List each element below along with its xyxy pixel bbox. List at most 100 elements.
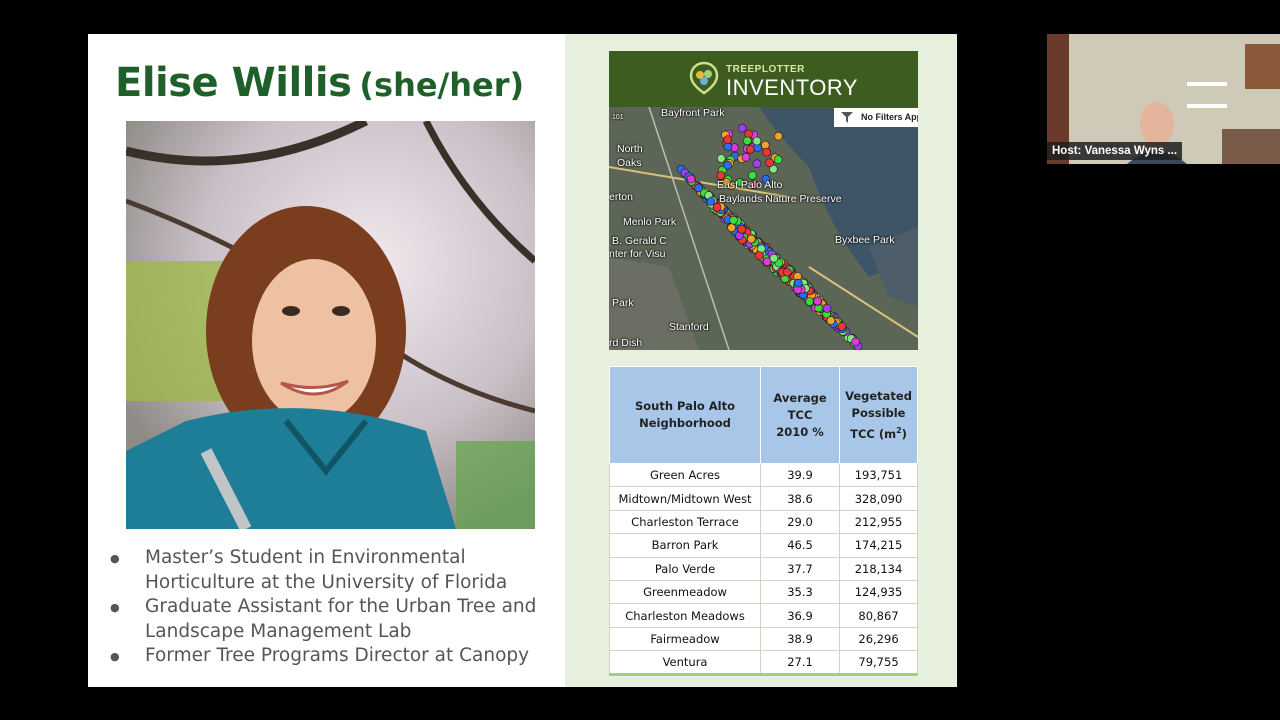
tree-marker[interactable]	[729, 215, 738, 225]
cell-tcc: 37.7	[760, 556, 841, 581]
tree-marker[interactable]	[716, 154, 726, 163]
table-row: Palo Verde 37.7 218,134	[608, 556, 918, 581]
table-row: Fairmeadow 38.9 26,296	[608, 626, 918, 652]
table-row: Charleston Terrace 29.0 212,955	[608, 509, 918, 535]
map-label: North	[617, 143, 643, 155]
map-label: Byxbee Park	[835, 234, 895, 246]
cell-tcc: 46.5	[760, 533, 841, 558]
tree-marker[interactable]	[727, 223, 736, 232]
brand-large-text: INVENTORY	[726, 75, 859, 100]
tree-marker[interactable]	[769, 253, 779, 263]
cell-possible: 174,215	[839, 533, 918, 558]
tree-marker[interactable]	[737, 225, 747, 234]
cell-tcc: 36.9	[760, 603, 841, 628]
cell-tcc: 29.0	[760, 509, 841, 535]
presenter-name: Elise Willis	[115, 60, 352, 106]
tree-marker[interactable]	[737, 123, 747, 133]
tree-marker[interactable]	[743, 136, 752, 146]
tree-marker[interactable]	[723, 135, 732, 144]
map-label: East Palo Alto	[717, 179, 783, 191]
cell-possible: 193,751	[839, 462, 918, 488]
cell-possible: 79,755	[839, 650, 918, 676]
cell-neighborhood: Greenmeadow	[608, 579, 762, 605]
presenter-pronouns: (she/her)	[359, 66, 525, 104]
cell-tcc: 38.6	[760, 486, 841, 511]
presenter-photo	[126, 121, 535, 529]
treeplotter-map: TREEPLOTTER INVENTORY No Filters Applied…	[609, 51, 918, 350]
cell-possible: 124,935	[839, 579, 918, 605]
cell-neighborhood: Barron Park	[608, 533, 762, 558]
tree-marker[interactable]	[793, 278, 803, 288]
cell-possible: 328,090	[839, 486, 918, 511]
map-label: Baylands Nature Preserve	[719, 193, 842, 205]
table-header-row: South Palo Alto Neighborhood Average TCC…	[608, 366, 918, 464]
table-row: Green Acres 39.9 193,751	[608, 462, 918, 488]
map-label: rd Dish	[609, 337, 643, 349]
brand-small-text: TREEPLOTTER	[726, 64, 805, 75]
cell-neighborhood: Ventura	[608, 650, 762, 676]
bio-bullet: Former Tree Programs Director at Canopy	[110, 644, 550, 669]
tree-marker[interactable]	[747, 234, 756, 244]
tree-marker[interactable]	[822, 304, 832, 313]
header-neighborhood: South Palo Alto Neighborhood	[608, 366, 762, 464]
map-view[interactable]	[609, 107, 918, 350]
cell-neighborhood: Palo Verde	[608, 556, 762, 581]
tree-marker[interactable]	[762, 147, 771, 157]
tree-marker[interactable]	[723, 142, 733, 152]
tree-marker[interactable]	[851, 337, 860, 347]
tree-marker[interactable]	[744, 129, 753, 139]
participant-video-tile[interactable]: Host: Vanessa Wyns ...	[1047, 34, 1280, 164]
tree-marker[interactable]	[805, 297, 814, 306]
map-label: nter for Visu	[609, 248, 666, 260]
tree-marker[interactable]	[826, 316, 836, 325]
tree-marker[interactable]	[754, 251, 764, 260]
tree-marker[interactable]	[773, 155, 783, 164]
map-label: Bayfront Park	[661, 107, 725, 119]
tree-marker[interactable]	[706, 197, 716, 206]
cell-neighborhood: Fairmeadow	[608, 626, 762, 652]
header-possible-tcc: Vegetated Possible TCC (m2)	[839, 366, 918, 464]
tcc-table: South Palo Alto Neighborhood Average TCC…	[608, 366, 918, 676]
cell-neighborhood: Green Acres	[608, 462, 762, 488]
tree-marker[interactable]	[813, 296, 822, 306]
participant-name-label: Host: Vanessa Wyns ...	[1047, 142, 1183, 160]
cell-tcc: 39.9	[760, 462, 841, 488]
tree-marker[interactable]	[761, 140, 770, 150]
cell-neighborhood: Midtown/Midtown West	[608, 486, 762, 511]
cell-possible: 26,296	[839, 626, 918, 652]
table-row: Midtown/Midtown West 38.6 328,090	[608, 486, 918, 511]
treeplotter-logo-icon	[689, 61, 719, 95]
cell-tcc: 27.1	[760, 650, 841, 676]
presenter-title: Elise Willis (she/her)	[115, 60, 524, 106]
treeplotter-header: TREEPLOTTER INVENTORY	[609, 51, 918, 107]
tree-marker[interactable]	[745, 144, 755, 154]
tree-marker[interactable]	[723, 160, 732, 170]
tree-marker[interactable]	[765, 158, 774, 168]
cell-possible: 218,134	[839, 556, 918, 581]
map-label: 101	[612, 114, 624, 121]
map-filter-control[interactable]: No Filters Applied	[834, 108, 918, 127]
tree-marker[interactable]	[694, 183, 703, 193]
presentation-slide: Elise Willis (she/her) ● Master’s Studen…	[88, 34, 957, 687]
table-row: Charleston Meadows 36.9 80,867	[608, 603, 918, 628]
tree-marker[interactable]	[752, 159, 762, 169]
bio-bullet-list: Master’s Student in Environmental Hortic…	[110, 546, 550, 669]
table-row: Barron Park 46.5 174,215	[608, 533, 918, 558]
tree-marker[interactable]	[774, 131, 783, 141]
map-label: B. Gerald C	[612, 235, 667, 247]
tree-marker[interactable]	[783, 267, 792, 277]
bio-bullet: Graduate Assistant for the Urban Tree an…	[110, 595, 550, 644]
tree-marker[interactable]	[752, 136, 762, 146]
cell-possible: 80,867	[839, 603, 918, 628]
map-label: Oaks	[617, 157, 642, 169]
cell-neighborhood: Charleston Terrace	[608, 509, 762, 535]
tree-marker[interactable]	[837, 322, 847, 331]
map-label: Menlo Park	[623, 216, 677, 228]
table-row: Ventura 27.1 79,755	[608, 650, 918, 676]
header-average-tcc: Average TCC 2010 %	[760, 366, 841, 464]
filter-label: No Filters Applied	[861, 112, 918, 122]
bio-bullet: Master’s Student in Environmental Hortic…	[110, 546, 550, 595]
tree-marker[interactable]	[741, 152, 751, 162]
map-label: Park	[612, 297, 634, 309]
tree-marker[interactable]	[686, 174, 696, 184]
